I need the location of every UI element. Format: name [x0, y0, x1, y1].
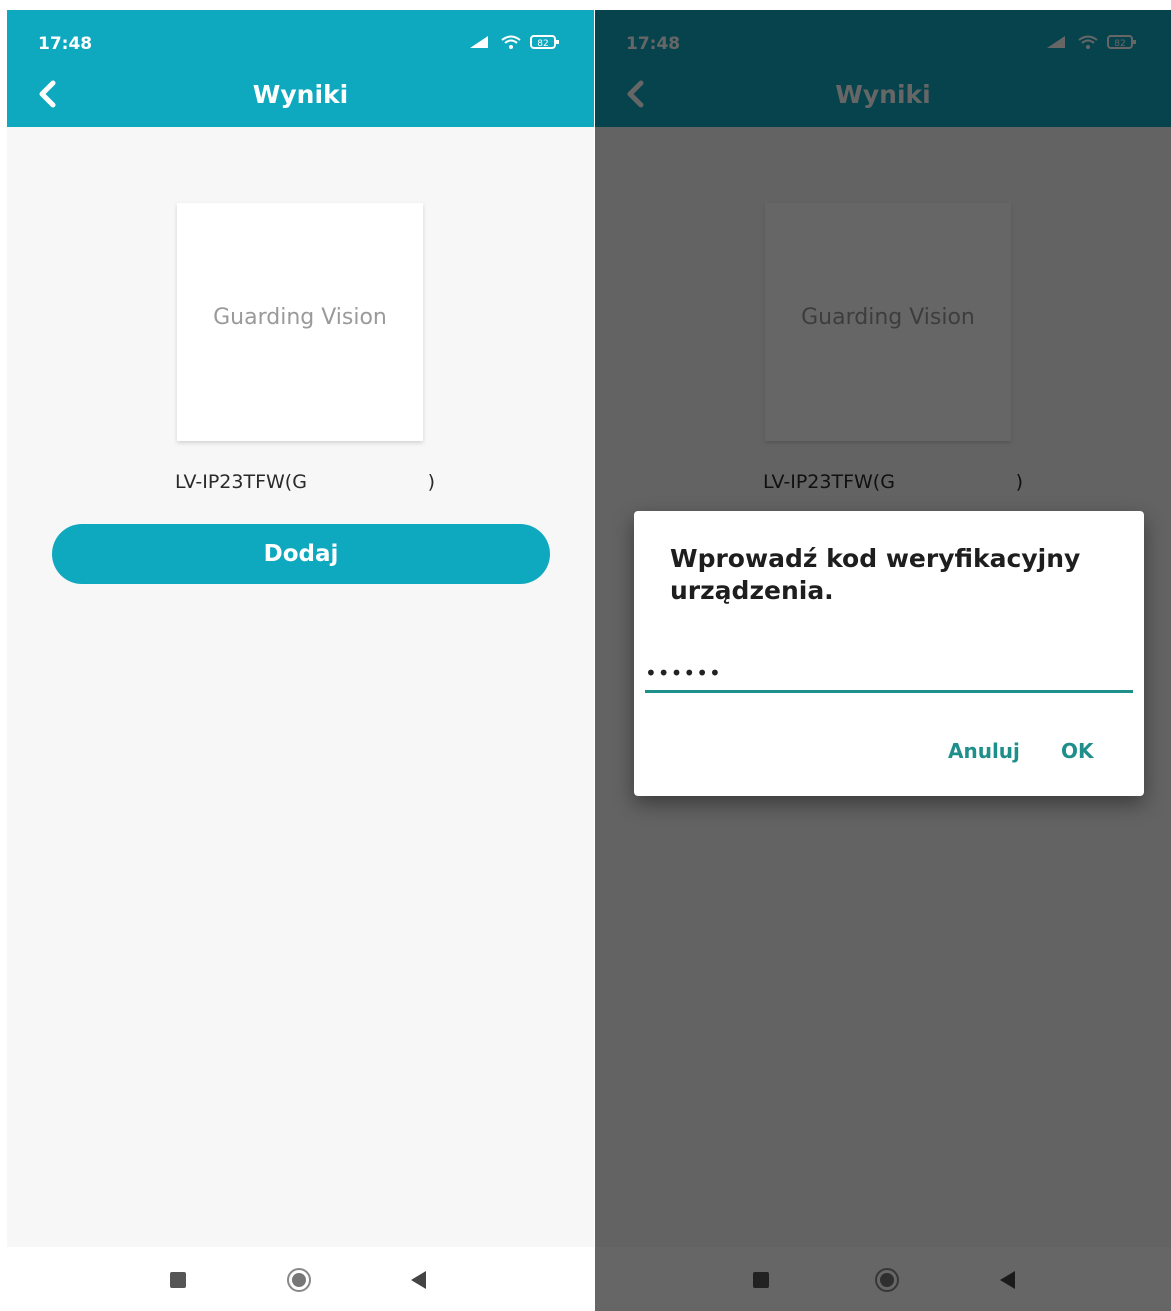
- results-content: Guarding Vision LV-IP23TFW(G ) Dodaj: [7, 127, 594, 1247]
- device-logo-text: Guarding Vision: [213, 305, 387, 330]
- svg-text:82: 82: [537, 39, 548, 49]
- device-thumbnail: Guarding Vision: [177, 203, 423, 441]
- verification-code-dialog: Wprowadź kod weryfikacyjny urządzenia. A…: [634, 511, 1144, 796]
- battery-icon: 82: [530, 35, 559, 49]
- device-name: LV-IP23TFW(G ): [175, 471, 435, 493]
- home-icon[interactable]: [287, 1268, 311, 1292]
- status-bar: 17:48 82: [7, 10, 594, 72]
- device-name-suffix: ): [427, 471, 435, 493]
- recent-apps-icon[interactable]: [170, 1272, 186, 1288]
- verification-code-input[interactable]: [645, 656, 1133, 693]
- system-nav-bar: [7, 1247, 594, 1311]
- nav-back-icon[interactable]: [411, 1271, 426, 1289]
- add-device-button[interactable]: Dodaj: [52, 524, 550, 584]
- device-model: LV-IP23TFW(G: [175, 471, 307, 493]
- signal-icon: [470, 36, 488, 48]
- dialog-title: Wprowadź kod weryfikacyjny urządzenia.: [670, 544, 1081, 605]
- app-bar: Wyniki: [7, 65, 594, 127]
- cancel-button[interactable]: Anuluj: [942, 738, 1026, 764]
- phone-screen-verification-dialog: 17:48 82 Wyniki Guarding Vision LV-IP23T…: [595, 10, 1171, 1311]
- page-title: Wyniki: [252, 80, 349, 109]
- wifi-icon: [501, 35, 521, 49]
- phone-screen-results: 17:48 82 Wyniki Guarding Vision LV-IP23T…: [7, 10, 594, 1311]
- ok-button[interactable]: OK: [1055, 738, 1100, 764]
- status-time: 17:48: [38, 34, 93, 54]
